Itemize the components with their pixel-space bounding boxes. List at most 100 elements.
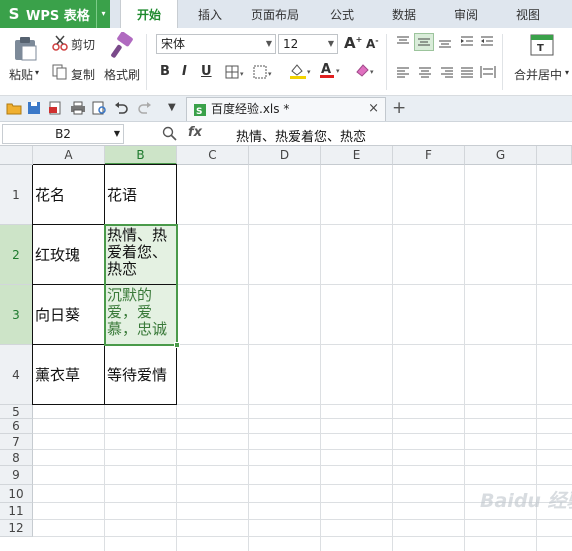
paste-button[interactable]: 粘贴 — [9, 66, 33, 83]
cell-b2[interactable]: 热情、热爱着您、热恋 — [107, 225, 175, 285]
font-color-icon[interactable]: A ▾ — [318, 61, 344, 82]
selection-border-left — [104, 224, 106, 346]
cell-b3[interactable]: 沉默的爱，爱慕，忠诚 — [107, 285, 175, 345]
font-name-select[interactable]: 宋体 ▼ — [156, 34, 276, 54]
print-icon[interactable] — [70, 101, 86, 118]
italic-button[interactable]: I — [182, 64, 187, 79]
align-top-icon[interactable] — [396, 36, 410, 51]
zoom-magnifier-icon[interactable] — [162, 126, 178, 145]
shrink-font-button[interactable]: A- — [366, 36, 379, 51]
tab-review[interactable]: 审阅 — [454, 0, 478, 28]
row-header-2[interactable]: 2 — [0, 225, 33, 285]
save-icon[interactable] — [27, 101, 41, 118]
align-center-icon[interactable] — [418, 66, 432, 81]
column-header-c[interactable]: C — [177, 146, 249, 165]
export-pdf-icon[interactable] — [48, 101, 62, 118]
column-header-e[interactable]: E — [321, 146, 393, 165]
column-header-overflow — [537, 146, 572, 165]
align-bottom-icon[interactable] — [438, 36, 452, 53]
cell-b4[interactable]: 等待爱情 — [107, 345, 175, 405]
cell-text: 沉默的爱，爱慕，忠诚 — [107, 286, 168, 338]
merge-center-icon[interactable]: T — [530, 34, 554, 59]
align-right-icon[interactable] — [440, 66, 454, 81]
app-menu-dropdown-icon[interactable]: ▾ — [96, 0, 110, 28]
row-header-6[interactable]: 6 — [0, 419, 33, 434]
copy-icon[interactable] — [52, 64, 68, 83]
format-painter-button[interactable]: 格式刷 — [104, 66, 140, 83]
indent-increase-icon[interactable] — [480, 35, 494, 52]
fill-color-icon[interactable]: ▾ — [288, 62, 314, 83]
cell-text: 花语 — [107, 185, 138, 204]
cell-a3[interactable]: 向日葵 — [35, 285, 103, 345]
formula-input[interactable]: 热情、热爱着您、热恋 — [236, 126, 366, 145]
column-header-f[interactable]: F — [393, 146, 465, 165]
column-header-d[interactable]: D — [249, 146, 321, 165]
clear-format-icon[interactable]: ▾ — [354, 62, 378, 81]
app-name: WPS 表格 — [26, 8, 90, 24]
cell-style-icon[interactable]: ▾ — [253, 65, 275, 82]
ribbon-home: 粘贴 ▾ 剪切 复制 格式刷 宋体 ▼ 12 ▼ A+ A- B I U ▾ ▾ ▾ — [0, 28, 572, 96]
paste-icon[interactable] — [12, 34, 38, 62]
insert-function-button[interactable]: fx — [188, 125, 202, 140]
underline-button[interactable]: U — [201, 64, 212, 79]
tab-data[interactable]: 数据 — [392, 0, 416, 28]
row-header-3[interactable]: 3 — [0, 285, 33, 345]
row-header-11[interactable]: 11 — [0, 503, 33, 520]
open-folder-icon[interactable] — [6, 101, 22, 118]
cell-b1[interactable]: 花语 — [107, 165, 175, 225]
new-tab-icon[interactable]: + — [392, 98, 406, 118]
document-tab[interactable]: S 百度经验.xls * × — [186, 97, 386, 121]
gridline-v — [392, 165, 393, 551]
row-header-8[interactable]: 8 — [0, 450, 33, 466]
baidu-watermark: Baidu 经验 — [480, 490, 572, 512]
bold-button[interactable]: B — [160, 64, 170, 79]
cell-text: 红玫瑰 — [35, 245, 81, 264]
svg-text:▾: ▾ — [307, 68, 311, 76]
table-border-h — [33, 404, 177, 405]
copy-button[interactable]: 复制 — [71, 66, 95, 83]
paste-dropdown-icon[interactable]: ▾ — [35, 68, 39, 77]
font-size-select[interactable]: 12 ▼ — [278, 34, 338, 54]
tab-page-layout[interactable]: 页面布局 — [251, 0, 299, 28]
row-header-10[interactable]: 10 — [0, 485, 33, 503]
grow-font-button[interactable]: A+ — [344, 34, 362, 52]
svg-text:▾: ▾ — [268, 70, 272, 78]
column-header-a[interactable]: A — [33, 146, 105, 165]
tab-insert[interactable]: 插入 — [198, 0, 222, 28]
undo-icon[interactable] — [114, 101, 128, 118]
distributed-align-icon[interactable] — [480, 65, 496, 82]
format-painter-icon[interactable] — [108, 31, 136, 65]
tab-formulas[interactable]: 公式 — [330, 0, 354, 28]
fill-handle[interactable] — [174, 342, 180, 348]
scissors-icon[interactable] — [52, 35, 68, 54]
indent-decrease-icon[interactable] — [460, 35, 474, 52]
select-all-corner[interactable] — [0, 146, 33, 165]
print-preview-icon[interactable] — [92, 101, 108, 118]
align-middle-icon[interactable] — [414, 33, 434, 51]
column-header-g[interactable]: G — [465, 146, 537, 165]
name-box[interactable]: B2 ▼ — [2, 124, 124, 144]
borders-icon[interactable]: ▾ — [225, 65, 247, 82]
merge-dropdown-icon[interactable]: ▾ — [565, 68, 569, 77]
justify-icon[interactable] — [460, 66, 474, 81]
cell-a4[interactable]: 薰衣草 — [35, 345, 103, 405]
close-tab-icon[interactable]: × — [368, 98, 379, 120]
tab-view[interactable]: 视图 — [516, 0, 540, 28]
cell-a1[interactable]: 花名 — [35, 165, 103, 225]
cell-a2[interactable]: 红玫瑰 — [35, 225, 103, 285]
customize-toolbar-icon[interactable]: ▼ — [168, 102, 176, 113]
row-header-5[interactable]: 5 — [0, 405, 33, 419]
merge-center-button[interactable]: 合并居中 — [514, 66, 562, 83]
tab-home[interactable]: 开始 — [120, 0, 178, 28]
row-header-7[interactable]: 7 — [0, 434, 33, 450]
column-header-b[interactable]: B — [105, 146, 177, 165]
redo-icon[interactable] — [138, 101, 152, 118]
row-header-4[interactable]: 4 — [0, 345, 33, 405]
gridline-h — [33, 536, 572, 537]
cut-button[interactable]: 剪切 — [71, 36, 95, 53]
row-header-9[interactable]: 9 — [0, 466, 33, 485]
row-header-1[interactable]: 1 — [0, 165, 33, 225]
row-header-12[interactable]: 12 — [0, 520, 33, 537]
align-left-icon[interactable] — [396, 66, 410, 81]
app-menu-button[interactable]: S WPS 表格 ▾ — [0, 0, 110, 28]
